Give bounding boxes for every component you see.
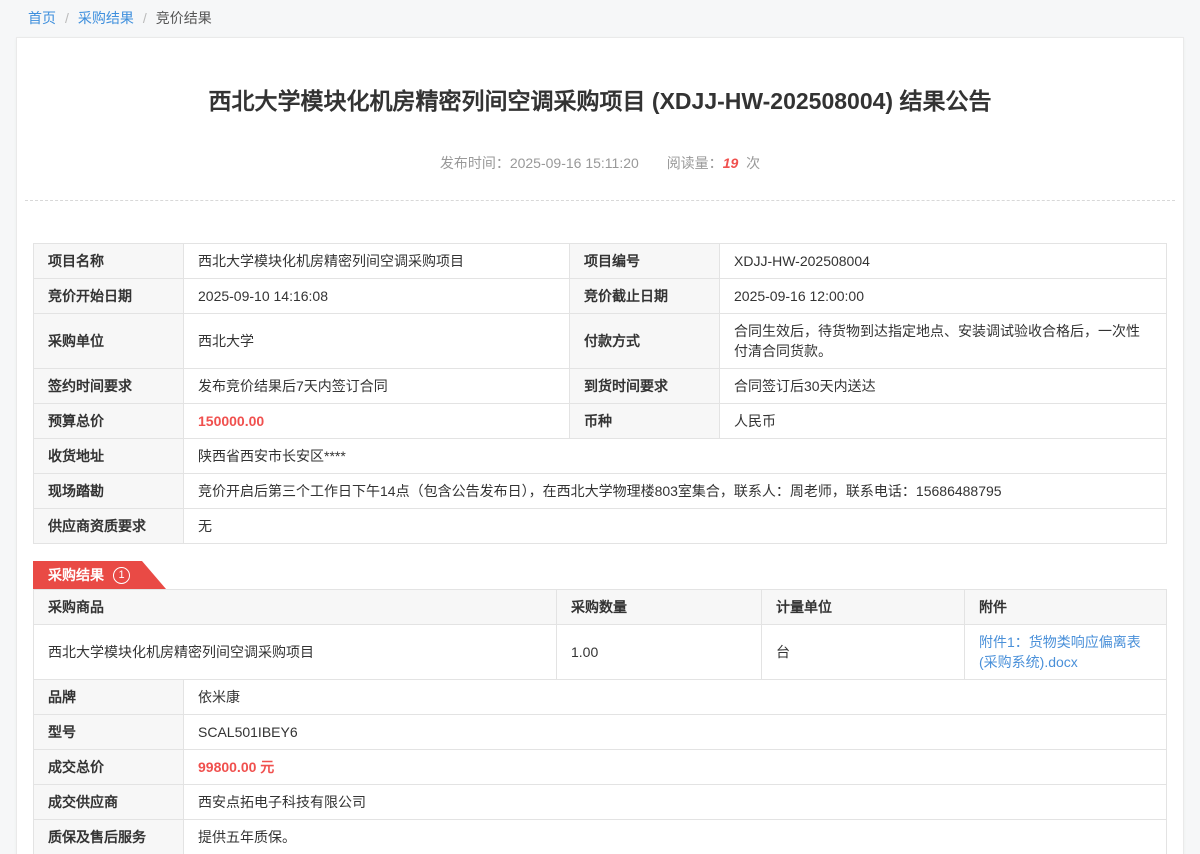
purchase-result-table: 采购商品 采购数量 计量单位 附件 西北大学模块化机房精密列间空调采购项目 1.… (33, 589, 1167, 680)
breadcrumb-separator: / (143, 10, 147, 26)
info-label: 采购单位 (34, 314, 184, 369)
table-row: 西北大学模块化机房精密列间空调采购项目 1.00 台 附件1：货物类响应偏离表(… (34, 625, 1167, 680)
info-label: 竞价截止日期 (570, 279, 720, 314)
breadcrumb-link-home[interactable]: 首页 (28, 8, 56, 28)
column-header: 附件 (965, 590, 1167, 625)
table-row: 供应商资质要求 无 (34, 509, 1167, 544)
breadcrumb-link-procurement-results[interactable]: 采购结果 (78, 8, 134, 28)
detail-label: 质保及售后服务 (34, 820, 184, 854)
detail-label: 型号 (34, 715, 184, 750)
read-count-value: 19 (723, 155, 739, 171)
info-value: 人民币 (720, 404, 1167, 439)
detail-value: 依米康 (184, 680, 1167, 715)
info-value: 无 (184, 509, 1167, 544)
page-title: 西北大学模块化机房精密列间空调采购项目 (XDJJ-HW-202508004) … (17, 82, 1183, 116)
info-value: 竞价开启后第三个工作日下午14点（包含公告发布日），在西北大学物理楼803室集合… (184, 474, 1167, 509)
table-row: 成交供应商 西安点拓电子科技有限公司 (34, 785, 1167, 820)
table-row: 竞价开始日期 2025-09-10 14:16:08 竞价截止日期 2025-0… (34, 279, 1167, 314)
table-row: 签约时间要求 发布竞价结果后7天内签订合同 到货时间要求 合同签订后30天内送达 (34, 369, 1167, 404)
info-label: 签约时间要求 (34, 369, 184, 404)
table-row: 预算总价 150000.00 币种 人民币 (34, 404, 1167, 439)
info-label: 项目名称 (34, 244, 184, 279)
purchase-quantity: 1.00 (557, 625, 762, 680)
detail-label: 品牌 (34, 680, 184, 715)
info-label: 现场踏勘 (34, 474, 184, 509)
info-value: 发布竞价结果后7天内签订合同 (184, 369, 570, 404)
info-value: 西北大学 (184, 314, 570, 369)
table-row: 品牌 依米康 (34, 680, 1167, 715)
publish-meta: 发布时间：2025-09-16 15:11:20 阅读量：19 次 (17, 153, 1183, 173)
table-row: 采购单位 西北大学 付款方式 合同生效后，待货物到达指定地点、安装调试验收合格后… (34, 314, 1167, 369)
info-label: 到货时间要求 (570, 369, 720, 404)
detail-value: SCAL501IBEY6 (184, 715, 1167, 750)
breadcrumb: 首页 / 采购结果 / 竞价结果 (0, 0, 1200, 37)
publish-time: 发布时间：2025-09-16 15:11:20 (440, 155, 639, 171)
info-value: 2025-09-10 14:16:08 (184, 279, 570, 314)
detail-value: 提供五年质保。 (184, 820, 1167, 854)
info-label: 币种 (570, 404, 720, 439)
breadcrumb-separator: / (65, 10, 69, 26)
deal-total-price: 99800.00 元 (184, 750, 1167, 785)
info-value: XDJJ-HW-202508004 (720, 244, 1167, 279)
column-header: 计量单位 (762, 590, 965, 625)
info-label: 付款方式 (570, 314, 720, 369)
table-row: 现场踏勘 竞价开启后第三个工作日下午14点（包含公告发布日），在西北大学物理楼8… (34, 474, 1167, 509)
info-value: 合同生效后，待货物到达指定地点、安装调试验收合格后，一次性付清合同货款。 (720, 314, 1167, 369)
result-section-badge: 采购结果 1 (33, 561, 166, 589)
info-value: 西北大学模块化机房精密列间空调采购项目 (184, 244, 570, 279)
info-label: 供应商资质要求 (34, 509, 184, 544)
column-header: 采购数量 (557, 590, 762, 625)
table-row: 项目名称 西北大学模块化机房精密列间空调采购项目 项目编号 XDJJ-HW-20… (34, 244, 1167, 279)
project-info-table: 项目名称 西北大学模块化机房精密列间空调采购项目 项目编号 XDJJ-HW-20… (33, 243, 1167, 544)
breadcrumb-current: 竞价结果 (156, 8, 212, 28)
info-label: 预算总价 (34, 404, 184, 439)
detail-label: 成交供应商 (34, 785, 184, 820)
divider (25, 200, 1175, 201)
detail-label: 成交总价 (34, 750, 184, 785)
info-value: 陕西省西安市长安区**** (184, 439, 1167, 474)
result-detail-table: 品牌 依米康 型号 SCAL501IBEY6 成交总价 99800.00 元 成… (33, 679, 1167, 854)
measure-unit: 台 (762, 625, 965, 680)
info-label: 竞价开始日期 (34, 279, 184, 314)
product-name: 西北大学模块化机房精密列间空调采购项目 (34, 625, 557, 680)
table-header-row: 采购商品 采购数量 计量单位 附件 (34, 590, 1167, 625)
info-value: 2025-09-16 12:00:00 (720, 279, 1167, 314)
detail-value: 西安点拓电子科技有限公司 (184, 785, 1167, 820)
read-count: 阅读量：19 次 (667, 155, 760, 171)
result-badge-label: 采购结果 (48, 565, 104, 585)
result-count-badge: 1 (113, 567, 130, 584)
announcement-card: 西北大学模块化机房精密列间空调采购项目 (XDJJ-HW-202508004) … (16, 37, 1184, 854)
budget-total-value: 150000.00 (184, 404, 570, 439)
table-row: 质保及售后服务 提供五年质保。 (34, 820, 1167, 854)
info-value: 合同签订后30天内送达 (720, 369, 1167, 404)
table-row: 成交总价 99800.00 元 (34, 750, 1167, 785)
table-row: 收货地址 陕西省西安市长安区**** (34, 439, 1167, 474)
table-row: 型号 SCAL501IBEY6 (34, 715, 1167, 750)
column-header: 采购商品 (34, 590, 557, 625)
info-label: 项目编号 (570, 244, 720, 279)
attachment-link[interactable]: 附件1：货物类响应偏离表(采购系统).docx (979, 634, 1141, 670)
info-label: 收货地址 (34, 439, 184, 474)
